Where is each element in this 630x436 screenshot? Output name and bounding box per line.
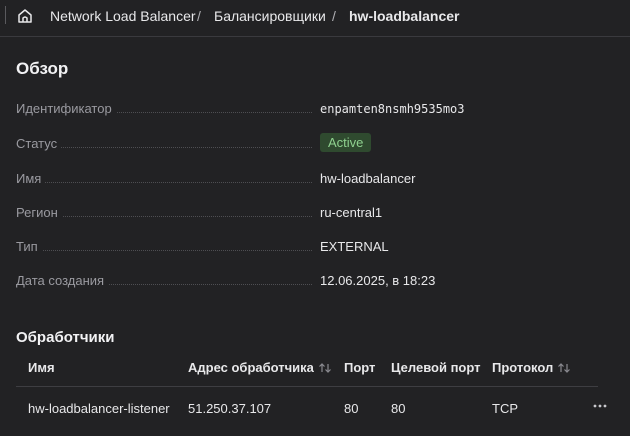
home-icon[interactable] (16, 7, 34, 25)
name-value: hw-loadbalancer (320, 171, 416, 186)
column-header-label: Порт (344, 360, 376, 375)
breadcrumb-item-balancers[interactable]: Балансировщики (214, 8, 326, 24)
listener-protocol-cell: TCP (492, 401, 518, 416)
row-label: Имя (16, 171, 46, 186)
breadcrumb: Network Load Balancer / Балансировщики /… (0, 0, 630, 32)
resource-id-value[interactable]: enpamten8nsmh9535mo3 (320, 102, 465, 116)
divider (0, 6, 6, 24)
listener-port-cell: 80 (344, 401, 359, 416)
row-label: Статус (16, 136, 62, 151)
sort-icon[interactable] (318, 362, 332, 374)
region-value: ru-central1 (320, 205, 383, 220)
breadcrumb-separator: / (332, 8, 336, 24)
row-leader (16, 250, 312, 251)
column-header-target-port: Целевой порт (391, 360, 481, 375)
status-badge: Active (320, 133, 372, 152)
overview-row-type: Тип EXTERNAL (16, 239, 616, 257)
listener-target-port-cell: 80 (391, 401, 406, 416)
breadcrumb-separator: / (197, 8, 201, 24)
column-header-address[interactable]: Адрес обработчика (188, 360, 332, 375)
column-header-label: Адрес обработчика (188, 360, 314, 375)
row-label: Идентификатор (16, 101, 116, 116)
row-label: Регион (16, 205, 62, 220)
listeners-title: Обработчики (16, 329, 115, 346)
row-label: Дата создания (16, 273, 109, 288)
breadcrumb-item-current: hw-loadbalancer (349, 8, 460, 24)
type-value: EXTERNAL (320, 239, 389, 254)
overview-row-status: Статус Active (16, 133, 616, 154)
breadcrumb-item-nlb[interactable]: Network Load Balancer (50, 8, 196, 24)
column-header-label: Имя (28, 360, 55, 375)
listener-name-cell: hw-loadbalancer-listener (28, 401, 170, 416)
column-header-label: Протокол (492, 360, 554, 375)
overview-row-region: Регион ru-central1 (16, 205, 616, 223)
row-leader (16, 182, 312, 183)
overview-row-id: Идентификатор enpamten8nsmh9535mo3 (16, 101, 616, 119)
more-actions-icon[interactable] (590, 398, 610, 414)
header-divider (0, 36, 630, 37)
overview-row-name: Имя hw-loadbalancer (16, 171, 616, 189)
row-label: Тип (16, 239, 42, 254)
sort-icon[interactable] (557, 362, 571, 374)
column-header-name: Имя (28, 360, 55, 375)
overview-title: Обзор (16, 59, 69, 78)
overview-row-created: Дата создания 12.06.2025, в 18:23 (16, 273, 616, 291)
listener-address-cell: 51.250.37.107 (188, 401, 272, 416)
column-header-protocol[interactable]: Протокол (492, 360, 571, 375)
column-header-label: Целевой порт (391, 360, 481, 375)
table-header-divider (16, 386, 598, 387)
created-value: 12.06.2025, в 18:23 (320, 273, 436, 288)
column-header-port: Порт (344, 360, 375, 375)
